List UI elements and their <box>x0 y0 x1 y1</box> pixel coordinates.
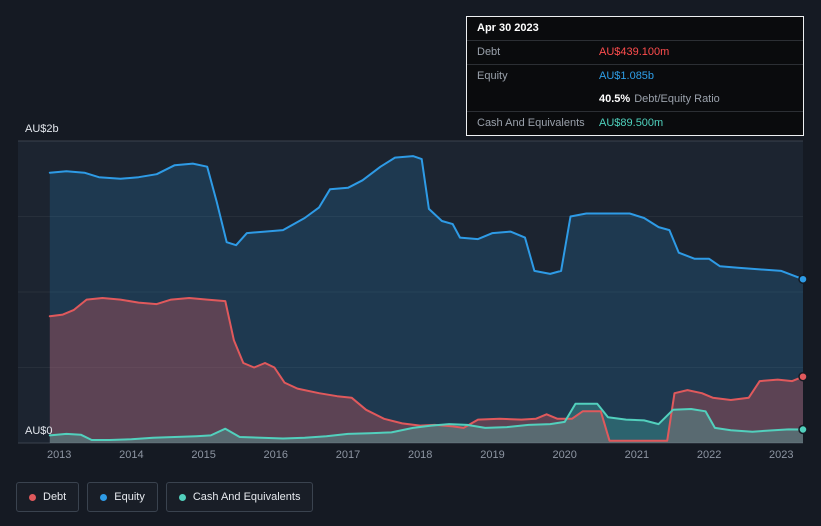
tooltip-debt-value: AU$439.100m <box>599 46 670 58</box>
equity-series-dot-icon <box>100 493 108 501</box>
tooltip-ratio: 40.5% Debt/Equity Ratio <box>599 93 720 106</box>
x-axis-label: 2014 <box>119 449 144 461</box>
legend-label-equity: Equity <box>114 491 145 503</box>
tooltip-equity-row: Equity AU$1.085b <box>467 65 803 88</box>
legend-item-equity[interactable]: Equity <box>87 482 158 512</box>
x-axis-label: 2023 <box>769 449 794 461</box>
x-axis-label: 2020 <box>552 449 577 461</box>
legend-item-debt[interactable]: Debt <box>16 482 80 512</box>
x-axis-label: 2016 <box>263 449 289 461</box>
tooltip-equity-label: Equity <box>477 70 508 82</box>
tooltip-debt-row: Debt AU$439.100m <box>467 41 803 64</box>
tooltip-cash-row: Cash And Equivalents AU$89.500m <box>467 112 803 135</box>
chart-tooltip: Apr 30 2023 Debt AU$439.100m Equity AU$1… <box>466 16 804 136</box>
tooltip-equity-value: AU$1.085b <box>599 70 655 82</box>
tooltip-ratio-value: 40.5% <box>599 93 631 105</box>
tooltip-ratio-row: 40.5% Debt/Equity Ratio <box>467 88 803 111</box>
x-axis-label: 2018 <box>407 449 433 461</box>
debt-series-dot-icon <box>29 493 36 501</box>
tooltip-debt-label: Debt <box>477 46 501 58</box>
x-axis-label: 2015 <box>191 449 216 461</box>
legend-item-cash[interactable]: Cash And Equivalents <box>165 482 314 512</box>
x-axis-label: 2019 <box>480 449 505 461</box>
x-axis-label: 2021 <box>624 449 650 461</box>
tooltip-ratio-label: Debt/Equity Ratio <box>634 93 720 105</box>
legend-label-cash: Cash And Equivalents <box>192 491 301 503</box>
x-axis-label: 2022 <box>696 449 722 461</box>
y-axis-label-top: AU$2b <box>25 123 59 135</box>
cash-series-dot-icon <box>178 493 186 501</box>
y-axis-label-bottom: AU$0 <box>25 425 53 437</box>
x-axis-label: 2017 <box>335 449 361 461</box>
cash-and-equivalents-endpoint-marker <box>798 424 808 435</box>
tooltip-cash-value: AU$89.500m <box>599 117 664 129</box>
tooltip-cash-label: Cash And Equivalents <box>477 117 585 129</box>
chart-legend: Debt Equity Cash And Equivalents <box>16 482 314 512</box>
tooltip-date-row: Apr 30 2023 <box>467 17 803 40</box>
equity-endpoint-marker <box>798 274 808 284</box>
tooltip-date: Apr 30 2023 <box>477 22 539 34</box>
legend-label-debt: Debt <box>43 491 67 503</box>
x-axis-label: 2013 <box>46 449 72 461</box>
debt-endpoint-marker <box>798 371 808 382</box>
